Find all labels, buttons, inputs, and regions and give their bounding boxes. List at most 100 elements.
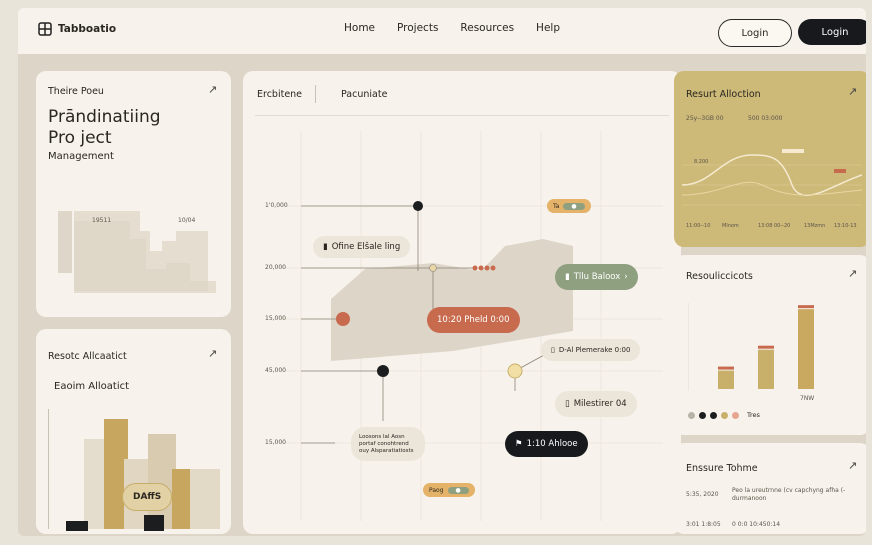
pill-label: Milestirer 04 xyxy=(573,399,627,409)
legend-dot xyxy=(710,411,717,419)
expand-arrow-icon[interactable]: ↗ xyxy=(208,347,217,360)
tag-chip: ● xyxy=(563,202,585,210)
mini-area-chart xyxy=(58,211,216,293)
pill-label: D-Al Plemerake 0:00 xyxy=(558,346,631,354)
legend-dot xyxy=(699,411,706,419)
y-axis-label: 1'0,000 xyxy=(265,202,288,209)
y-axis-label: 15,000 xyxy=(265,315,286,322)
milestone-note-pill[interactable]: ▯ D-Al Plemerake 0:00 xyxy=(541,339,641,361)
nav-home[interactable]: Home xyxy=(344,22,375,34)
legend: Tres xyxy=(688,411,760,419)
milestone-pill-dark[interactable]: ⚑ 1:10 Ahlooe xyxy=(505,431,588,457)
milestone-pill-04[interactable]: ▯ Milestirer 04 xyxy=(555,391,637,417)
pill-label: 10:20 Pheld 0:00 xyxy=(437,315,510,325)
card-title: Enssure Tohme xyxy=(686,463,758,474)
row-date: 3:01 1:8:05 xyxy=(686,521,721,528)
y-axis-label: 20,000 xyxy=(265,264,286,271)
title-line-2: Pro ject xyxy=(48,128,112,148)
resource-allocation-card: Resotc Allcaatict ↗ Eaoim Alloatict DAff… xyxy=(36,329,231,534)
mini-label-2: 10/04 xyxy=(178,217,196,224)
pill-label: 1:10 Ahlooe xyxy=(526,439,578,449)
tag-label: Ta xyxy=(553,202,560,210)
tab-divider xyxy=(315,85,316,103)
milestone-pill-main[interactable]: 10:20 Pheld 0:00 xyxy=(427,307,520,333)
title-subtitle: Management xyxy=(48,151,114,162)
tab-paginate[interactable]: Pacuniate xyxy=(341,89,387,100)
flag-icon: ⚑ xyxy=(515,439,523,449)
card-title: Resouliccicots xyxy=(686,271,753,282)
legend-dot xyxy=(688,411,695,419)
project-summary-card: Theire Poeu ↗ Prāndinatiing Pro ject Man… xyxy=(36,71,231,317)
axis-label: Mlnom xyxy=(722,223,739,229)
resource-bar-cap xyxy=(718,366,734,370)
allocation-line-chart xyxy=(682,149,862,206)
expand-arrow-icon[interactable]: ↗ xyxy=(848,85,857,98)
legend-dot xyxy=(721,411,728,419)
tag-chip: ● xyxy=(447,486,469,494)
pill-label: Ofine Elšale ling xyxy=(331,242,401,252)
expand-arrow-icon[interactable]: ↗ xyxy=(848,459,857,472)
top-bar: Tabboatio Home Projects Resources Help L… xyxy=(18,8,866,54)
timeline-card: Ercbitene Pacuniate 1'0,000 20,000 15,00… xyxy=(243,71,681,534)
row-text: 0 0:0 10:450:14 xyxy=(732,521,781,528)
login-outline-button[interactable]: Login xyxy=(718,19,792,47)
brand[interactable]: Tabboatio xyxy=(38,22,116,36)
legend-label: Tres xyxy=(747,411,760,419)
app-frame: Tabboatio Home Projects Resources Help L… xyxy=(18,8,866,536)
mini-label-1: 19511 xyxy=(92,217,112,224)
chevron-right-icon: › xyxy=(624,272,628,282)
brand-name: Tabboatio xyxy=(58,23,117,35)
tab-overview[interactable]: Ercbitene xyxy=(257,89,302,100)
page-title: Prāndinatiing Pro ject xyxy=(48,107,161,149)
milestone-pill-offline[interactable]: ▮ Ofine Elšale ling xyxy=(313,236,411,258)
axis-label: 13:10-13 xyxy=(834,223,857,229)
nav-resources[interactable]: Resources xyxy=(460,22,514,34)
axis-label: 13Mzmn xyxy=(804,223,826,229)
resource-bar xyxy=(798,309,814,389)
card-title: Resotc Allcaatict xyxy=(48,351,127,362)
pill-label: Tllu Baloox xyxy=(573,272,621,282)
expand-arrow-icon[interactable]: ↗ xyxy=(848,267,857,280)
resource-bar xyxy=(758,349,774,389)
axis-label: 8.200 xyxy=(694,159,709,165)
resource-bar-cap xyxy=(798,305,814,309)
row-text: Peo la ureutrnne (cv capchyng afha (-dur… xyxy=(732,487,846,502)
stat-1: 25y--3GB 00 xyxy=(686,115,724,122)
y-axis-label: 15,000 xyxy=(265,439,286,446)
tag-bottom[interactable]: Paog ● xyxy=(423,483,475,497)
card-title: Resurt Alloction xyxy=(686,89,761,100)
axis-label: 13:08 00--20 xyxy=(758,223,791,229)
file-icon: ▮ xyxy=(565,272,570,282)
file-icon: ▯ xyxy=(565,399,570,409)
bar-label: 7NW xyxy=(800,395,815,402)
file-icon: ▮ xyxy=(323,242,328,252)
tag-label: Paog xyxy=(429,486,444,494)
legend-dot xyxy=(732,411,739,419)
resource-allocation-gold-card: Resurt Alloction ↗ 25y--3GB 00 500 03:00… xyxy=(674,71,866,247)
resource-bar xyxy=(718,370,734,389)
main-nav: Home Projects Resources Help xyxy=(344,22,560,34)
allocation-badge-button[interactable]: DAffS xyxy=(122,483,173,511)
resource-bar-cap xyxy=(758,345,774,349)
row-date: 5:35, 2020 xyxy=(686,491,719,498)
title-line-1: Prāndinatiing xyxy=(48,107,161,127)
file-icon: ▯ xyxy=(551,346,555,354)
stat-2: 500 03:000 xyxy=(748,115,783,122)
expand-arrow-icon[interactable]: ↗ xyxy=(208,83,217,96)
nav-help[interactable]: Help xyxy=(536,22,560,34)
resource-bar-chart xyxy=(688,303,814,391)
card-subtitle: Eaoim Alloatict xyxy=(54,381,130,392)
card-title: Theire Poeu xyxy=(48,86,104,97)
grid-logo-icon xyxy=(38,22,52,36)
resources-card: Resouliccicots ↗ 7NW Tres xyxy=(674,255,866,435)
milestone-pill-green[interactable]: ▮ Tllu Baloox › xyxy=(555,264,638,290)
tag-top[interactable]: Ta ● xyxy=(547,199,591,213)
card-divider xyxy=(255,115,669,116)
stacked-bar-chart xyxy=(48,409,220,531)
y-axis-label: 45,000 xyxy=(265,367,286,374)
comment-note[interactable]: Loosons lal Aosn portaf conohtrend ouy A… xyxy=(351,427,425,461)
ensure-time-card: Enssure Tohme ↗ 5:35, 2020 Peo la ureutr… xyxy=(674,443,866,534)
axis-label: 11:00--10 xyxy=(686,223,711,229)
nav-projects[interactable]: Projects xyxy=(397,22,438,34)
login-button[interactable]: Login xyxy=(798,19,866,45)
